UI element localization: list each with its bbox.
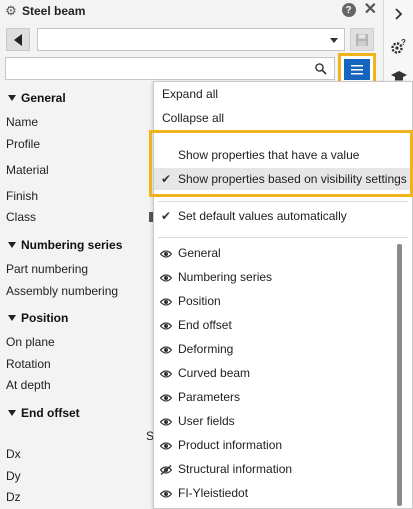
- eye-icon[interactable]: [159, 320, 173, 330]
- prop-name: Name: [6, 115, 39, 129]
- eye-icon[interactable]: [159, 296, 173, 306]
- back-button[interactable]: [6, 28, 30, 51]
- save-icon: [356, 33, 368, 46]
- checkmark-icon: ✔: [161, 209, 172, 223]
- menu-section-label: General: [178, 246, 221, 260]
- group-general[interactable]: General: [8, 91, 66, 105]
- menu-section-label: User fields: [178, 414, 235, 428]
- prop-material: Material: [6, 163, 49, 177]
- prop-dy: Dy: [6, 469, 21, 483]
- prop-dx: Dx: [6, 447, 21, 461]
- eye-icon[interactable]: [159, 368, 173, 378]
- collapse-triangle-icon: [8, 410, 16, 416]
- chevron-down-icon: [330, 38, 338, 43]
- prop-rotation: Rotation: [6, 357, 51, 371]
- gear-question-icon: ?: [391, 38, 406, 54]
- eye-icon[interactable]: [159, 272, 173, 282]
- menu-section-label: Structural information: [178, 462, 293, 476]
- search-icon: [315, 63, 327, 75]
- hamburger-icon: [351, 64, 363, 74]
- menu-separator: [158, 237, 408, 238]
- title-bar: ⚙ Steel beam ? ✕: [0, 0, 383, 22]
- eye-slash-icon[interactable]: [159, 464, 173, 476]
- eye-icon[interactable]: [159, 392, 173, 402]
- search-input[interactable]: [5, 57, 335, 80]
- menu-expand-all[interactable]: Expand all: [154, 83, 412, 105]
- properties-tab-button[interactable]: ?: [384, 32, 413, 62]
- eye-icon[interactable]: [159, 488, 173, 498]
- menu-section-label: Deforming: [178, 342, 234, 356]
- close-icon[interactable]: ✕: [364, 2, 377, 18]
- menu-section-deforming[interactable]: Deforming: [154, 338, 412, 360]
- menu-section-label: FI-Yleistiedot: [178, 486, 249, 500]
- menu-section-end-offset[interactable]: End offset: [154, 314, 412, 336]
- menu-section-label: Product information: [178, 438, 283, 452]
- menu-section-label: Position: [178, 294, 221, 308]
- svg-text:?: ?: [401, 38, 406, 47]
- prop-part-numbering: Part numbering: [6, 262, 89, 276]
- eye-icon[interactable]: [159, 416, 173, 426]
- menu-scrollbar[interactable]: [397, 244, 402, 506]
- menu-collapse-all[interactable]: Collapse all: [154, 107, 412, 129]
- chevron-right-icon: [395, 8, 403, 20]
- menu-section-user-fields[interactable]: User fields: [154, 410, 412, 432]
- eye-icon[interactable]: [159, 248, 173, 258]
- menu-section-label: End offset: [178, 318, 232, 332]
- collapse-triangle-icon: [8, 95, 16, 101]
- menu-section-label: Numbering series: [178, 270, 273, 284]
- menu-section-position[interactable]: Position: [154, 290, 412, 312]
- prop-profile: Profile: [6, 137, 41, 151]
- property-set-select[interactable]: [37, 28, 345, 51]
- prop-class: Class: [6, 210, 37, 224]
- menu-section-curved-beam[interactable]: Curved beam: [154, 362, 412, 384]
- visibility-options-highlight: [149, 130, 413, 197]
- eye-icon[interactable]: [159, 440, 173, 450]
- menu-section-fi-yleistiedot[interactable]: FI-Yleistiedot: [154, 482, 412, 504]
- eye-icon[interactable]: [159, 344, 173, 354]
- menu-section-parameters[interactable]: Parameters: [154, 386, 412, 408]
- toolbar: [4, 28, 380, 52]
- collapse-triangle-icon: [8, 242, 16, 248]
- panel-title: Steel beam: [22, 4, 86, 18]
- menu-section-label: Curved beam: [178, 366, 251, 380]
- prop-assembly-numbering: Assembly numbering: [6, 284, 119, 298]
- arrow-left-icon: [14, 33, 22, 46]
- group-numbering-series[interactable]: Numbering series: [8, 238, 122, 252]
- menu-section-numbering-series[interactable]: Numbering series: [154, 266, 412, 288]
- menu-section-label: Parameters: [178, 390, 241, 404]
- save-button[interactable]: [350, 28, 374, 51]
- menu-section-product-information[interactable]: Product information: [154, 434, 412, 456]
- menu-set-default-values[interactable]: ✔ Set default values automatically: [154, 205, 412, 227]
- collapse-triangle-icon: [8, 315, 16, 321]
- options-menu-button[interactable]: [344, 59, 370, 80]
- menu-section-structural-information[interactable]: Structural information: [154, 458, 412, 480]
- menu-separator: [158, 201, 408, 202]
- prop-dz: Dz: [6, 490, 21, 504]
- gear-icon: ⚙: [5, 3, 17, 18]
- prop-at-depth: At depth: [6, 378, 51, 392]
- expand-panel-button[interactable]: [384, 0, 413, 28]
- group-end-offset[interactable]: End offset: [8, 406, 80, 420]
- group-position[interactable]: Position: [8, 311, 68, 325]
- menu-section-general[interactable]: General: [154, 242, 412, 264]
- prop-on-plane: On plane: [6, 335, 55, 349]
- help-icon[interactable]: ?: [341, 3, 356, 17]
- prop-finish: Finish: [6, 189, 39, 203]
